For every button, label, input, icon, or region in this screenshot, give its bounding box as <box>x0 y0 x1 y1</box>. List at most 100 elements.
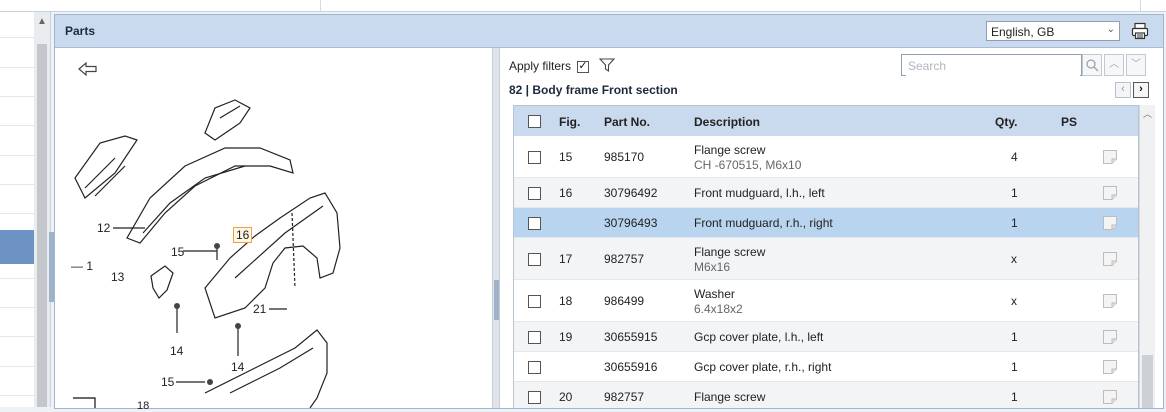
table-row[interactable]: 15 985170 Flange screw CH -670515, M6x10 4 <box>514 136 1138 178</box>
table-row[interactable]: 19 30655915 Gcp cover plate, l.h., left 1 <box>514 322 1138 352</box>
next-page-button[interactable]: › <box>1133 82 1149 98</box>
callout-21[interactable]: 21 <box>253 302 266 316</box>
language-select[interactable]: English, GB ⌄ <box>986 21 1120 41</box>
search-prev-button[interactable]: ︿ <box>1104 54 1124 76</box>
note-icon[interactable] <box>1102 149 1118 165</box>
description-detail: M6x16 <box>694 260 731 274</box>
row-checkbox[interactable] <box>528 151 541 164</box>
splitter-grip[interactable] <box>494 280 499 320</box>
left-navigation <box>0 12 35 407</box>
callout-15b[interactable]: 15 <box>161 375 174 389</box>
parts-panel: Parts English, GB ⌄ 12 15 16 — 1 13 21 1… <box>54 14 1164 412</box>
cell-description: Flange screw CH -670515, M6x10 <box>694 143 801 172</box>
search-next-button[interactable]: ﹀ <box>1126 54 1146 76</box>
cell-fig: 19 <box>559 330 573 344</box>
cell-fig: 18 <box>559 294 573 308</box>
description-main: Flange screw <box>694 390 766 404</box>
cell-qty: x <box>1011 294 1017 308</box>
cell-fig: 20 <box>559 390 573 404</box>
panel-header: Parts English, GB ⌄ <box>55 15 1163 48</box>
search-button[interactable] <box>1082 54 1102 76</box>
callout-13[interactable]: 13 <box>111 270 124 284</box>
pane-splitter[interactable] <box>492 48 500 408</box>
note-icon[interactable] <box>1102 185 1118 201</box>
apply-filters: Apply filters <box>509 59 590 73</box>
row-checkbox[interactable] <box>528 295 541 308</box>
header-description[interactable]: Description <box>694 115 760 129</box>
header-qty[interactable]: Qty. <box>995 115 1017 129</box>
row-checkbox[interactable] <box>528 217 541 230</box>
chevron-down-icon: ⌄ <box>1106 24 1115 35</box>
left-nav-active-item[interactable] <box>0 230 34 264</box>
note-icon[interactable] <box>1102 329 1118 345</box>
cell-description: Front mudguard, l.h., left <box>694 186 825 200</box>
cell-part-no[interactable]: 982757 <box>604 390 644 404</box>
chevron-down-icon: ﹀ <box>1131 59 1141 70</box>
table-row[interactable]: 17 982757 Flange screw M6x16 x <box>514 238 1138 280</box>
cell-part-no[interactable]: 30655915 <box>604 330 657 344</box>
note-icon[interactable] <box>1102 359 1118 375</box>
prev-page-button[interactable]: ‹ <box>1115 82 1131 98</box>
table-row[interactable]: 20 982757 Flange screw 1 <box>514 382 1138 408</box>
description-main: Gcp cover plate, r.h., right <box>694 360 832 374</box>
callout-14a[interactable]: 14 <box>170 344 183 358</box>
table-row[interactable]: 30796493 Front mudguard, r.h., right 1 <box>514 208 1138 238</box>
search-field[interactable] <box>901 54 1082 76</box>
cell-part-no[interactable]: 986499 <box>604 294 644 308</box>
callout-14b[interactable]: 14 <box>231 360 244 374</box>
row-checkbox[interactable] <box>528 253 541 266</box>
note-icon[interactable] <box>1102 251 1118 267</box>
callout-16-highlighted[interactable]: 16 <box>233 227 253 243</box>
cell-part-no[interactable]: 30796493 <box>604 216 657 230</box>
select-all-checkbox[interactable] <box>528 115 541 128</box>
header-part-no[interactable]: Part No. <box>604 115 650 129</box>
cell-qty: 1 <box>1011 330 1018 344</box>
cell-part-no[interactable]: 982757 <box>604 252 644 266</box>
note-icon[interactable] <box>1102 215 1118 231</box>
cell-part-no[interactable]: 30655916 <box>604 360 657 374</box>
callout-15[interactable]: 15 <box>171 245 184 259</box>
print-icon[interactable] <box>1131 22 1149 40</box>
callout-18[interactable]: 18 <box>137 400 149 412</box>
cell-description: Flange screw <box>694 390 765 404</box>
description-main: Flange screw <box>694 245 766 259</box>
filter-icon[interactable] <box>599 58 615 72</box>
search-input[interactable] <box>906 56 1080 76</box>
note-icon[interactable] <box>1102 389 1118 405</box>
diagram-pane: 12 15 16 — 1 13 21 14 14 15 18 <box>55 48 493 412</box>
table-row[interactable]: 18 986499 Washer 6.4x18x2 x <box>514 280 1138 322</box>
header-ps[interactable]: PS <box>1061 115 1077 129</box>
description-detail: CH -670515, M6x10 <box>694 158 802 172</box>
apply-filters-label: Apply filters <box>509 59 572 73</box>
scroll-up-icon[interactable]: ︿ <box>1143 107 1152 120</box>
scroll-up-icon[interactable]: ▲ <box>37 16 47 27</box>
header-fig[interactable]: Fig. <box>559 115 580 129</box>
parts-diagram[interactable] <box>55 48 492 408</box>
row-checkbox[interactable] <box>528 391 541 404</box>
description-main: Front mudguard, r.h., right <box>694 216 833 230</box>
section-title: 82 | Body frame Front section <box>509 83 678 97</box>
callout-1[interactable]: — 1 <box>71 259 93 273</box>
parts-table: Fig. Part No. Description Qty. PS 15 9851… <box>513 105 1139 408</box>
chevron-up-icon: ︿ <box>1109 59 1119 70</box>
row-checkbox[interactable] <box>528 331 541 344</box>
table-row[interactable]: 30655916 Gcp cover plate, r.h., right 1 <box>514 352 1138 382</box>
table-scrollbar[interactable]: ︿ <box>1139 105 1155 408</box>
cell-part-no[interactable]: 30796492 <box>604 186 657 200</box>
description-main: Washer <box>694 287 735 301</box>
table-header: Fig. Part No. Description Qty. PS <box>514 106 1138 136</box>
callout-12[interactable]: 12 <box>97 221 110 235</box>
row-checkbox[interactable] <box>528 361 541 374</box>
row-checkbox[interactable] <box>528 187 541 200</box>
left-nav-scrollbar[interactable]: ▲ <box>34 12 51 407</box>
table-row[interactable]: 16 30796492 Front mudguard, l.h., left 1 <box>514 178 1138 208</box>
table-scrollbar-thumb[interactable] <box>1142 355 1153 408</box>
cell-qty: 1 <box>1011 390 1018 404</box>
description-detail: 6.4x18x2 <box>694 302 743 316</box>
note-icon[interactable] <box>1102 293 1118 309</box>
scrollbar-thumb[interactable] <box>37 44 47 407</box>
parts-list-pane: Apply filters ︿ ﹀ 82 | Body frame Front … <box>501 48 1163 408</box>
cell-description: Gcp cover plate, l.h., left <box>694 330 823 344</box>
cell-part-no[interactable]: 985170 <box>604 150 644 164</box>
apply-filters-checkbox[interactable] <box>577 59 590 73</box>
